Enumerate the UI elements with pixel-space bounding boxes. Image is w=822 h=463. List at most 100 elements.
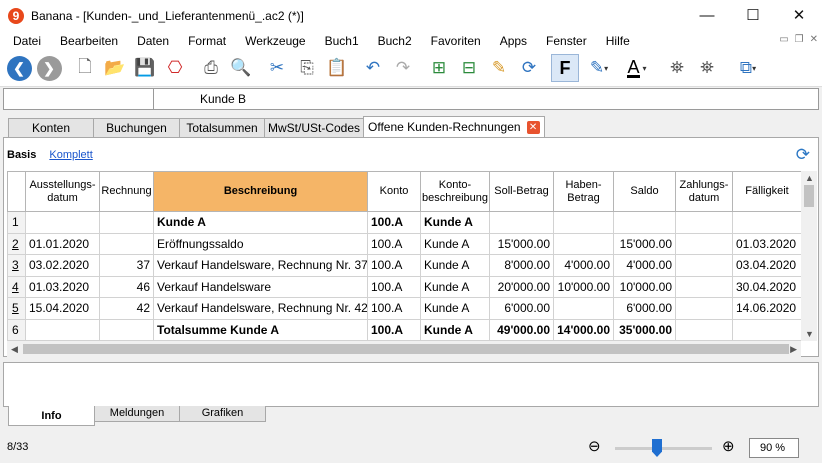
table-cell[interactable]: 46 [99, 275, 154, 298]
close-tab-icon[interactable]: ✕ [526, 120, 540, 134]
zoom-out-icon[interactable]: ⊖ [588, 437, 601, 455]
column-header[interactable]: Fälligkeit [732, 171, 802, 212]
view-komplett[interactable]: Komplett [49, 149, 92, 161]
table-cell[interactable]: 4'000.00 [553, 254, 614, 277]
tab-info[interactable]: Info [8, 406, 95, 426]
forward-button[interactable]: ❯ [35, 54, 63, 82]
tab-totalsummen[interactable]: Totalsummen [179, 118, 265, 137]
find-next-icon[interactable]: ⛯ [693, 54, 721, 82]
table-cell[interactable]: Eröffnungssaldo [153, 232, 368, 255]
table-cell[interactable]: 01.03.2020 [25, 275, 100, 298]
menu-bearbeiten[interactable]: Bearbeiten [48, 34, 118, 48]
table-cell[interactable] [613, 211, 676, 234]
column-header[interactable]: Zahlungs-datum [675, 171, 733, 212]
table-row[interactable]: 6 Totalsumme Kunde A 100.A Kunde A 49'000.00… [7, 318, 802, 341]
maximize-button[interactable]: ☐ [730, 0, 776, 30]
text-color-button[interactable]: A ▾ [619, 54, 655, 82]
menu-daten[interactable]: Daten [125, 34, 169, 48]
open-file-icon[interactable]: 📂 [101, 54, 129, 82]
new-file-icon[interactable]: 🗋 [71, 54, 99, 82]
table-cell[interactable] [675, 211, 733, 234]
mdi-minimize-icon[interactable]: ▭ [779, 34, 788, 45]
menu-hilfe[interactable]: Hilfe [594, 34, 630, 48]
table-cell[interactable] [553, 297, 614, 320]
scroll-up-icon[interactable]: ▲ [805, 173, 814, 183]
menu-buch1[interactable]: Buch1 [313, 34, 359, 48]
column-header[interactable]: Beschreibung [153, 171, 368, 212]
refresh-icon[interactable]: ⟳ [796, 145, 810, 165]
table-cell[interactable] [25, 318, 100, 341]
row-number[interactable]: 5 [7, 297, 26, 320]
zoom-level-field[interactable]: 90 % [749, 438, 799, 458]
menu-datei[interactable]: Datei [0, 34, 41, 48]
table-cell[interactable] [553, 232, 614, 255]
menu-fenster[interactable]: Fenster [534, 34, 587, 48]
table-cell[interactable]: 42 [99, 297, 154, 320]
cell-value-field[interactable]: Kunde B [154, 89, 246, 109]
table-cell[interactable]: 6'000.00 [613, 297, 676, 320]
table-cell[interactable] [25, 211, 100, 234]
table-cell[interactable]: 37 [99, 254, 154, 277]
edit-icon[interactable]: ✎ [485, 54, 513, 82]
row-link[interactable]: 4 [12, 280, 19, 294]
menu-buch2[interactable]: Buch2 [366, 34, 412, 48]
cell-address[interactable] [4, 89, 154, 109]
horizontal-scrollbar[interactable]: ◀ ▶ [7, 341, 801, 357]
horizontal-scroll-thumb[interactable] [23, 344, 789, 354]
table-cell[interactable]: 14.06.2020 [732, 297, 802, 320]
row-number[interactable]: 1 [7, 211, 26, 234]
scroll-down-icon[interactable]: ▼ [805, 329, 814, 339]
scroll-left-icon[interactable]: ◀ [11, 344, 18, 355]
table-cell[interactable]: 100.A [367, 275, 421, 298]
table-cell[interactable]: Verkauf Handelsware [153, 275, 368, 298]
table-cell[interactable]: 10'000.00 [553, 275, 614, 298]
insert-row-icon[interactable]: ⊟ [455, 54, 483, 82]
refresh-icon[interactable]: ⟳ [515, 54, 543, 82]
table-cell[interactable] [675, 297, 733, 320]
scroll-right-icon[interactable]: ▶ [790, 344, 797, 355]
table-cell[interactable]: 100.A [367, 232, 421, 255]
table-cell[interactable]: Kunde A [420, 275, 490, 298]
table-row[interactable]: 5 15.04.2020 42 Verkauf Handelsware, Rechnu… [7, 297, 802, 320]
tab-meldungen[interactable]: Meldungen [94, 406, 180, 422]
table-cell[interactable]: 100.A [367, 297, 421, 320]
table-cell[interactable]: 03.02.2020 [25, 254, 100, 277]
column-header[interactable]: Soll-Betrag [489, 171, 554, 212]
table-row[interactable]: 1 Kunde A 100.A Kunde A [7, 211, 802, 234]
column-header[interactable]: Rechnung [99, 171, 154, 212]
tab-konten[interactable]: Konten [8, 118, 94, 137]
table-cell[interactable]: 4'000.00 [613, 254, 676, 277]
table-cell[interactable] [675, 254, 733, 277]
table-cell[interactable]: 30.04.2020 [732, 275, 802, 298]
table-cell[interactable]: 01.03.2020 [732, 232, 802, 255]
table-cell[interactable]: Kunde A [420, 232, 490, 255]
table-cell[interactable] [553, 211, 614, 234]
table-cell[interactable]: 03.04.2020 [732, 254, 802, 277]
table-cell[interactable]: 01.01.2020 [25, 232, 100, 255]
menu-apps[interactable]: Apps [488, 34, 527, 48]
table-cell[interactable] [732, 211, 802, 234]
pdf-icon[interactable]: ⎔ [161, 54, 189, 82]
table-row[interactable]: 2 01.01.2020 Eröffnungssaldo 100.A Kunde A 15… [7, 232, 802, 255]
tab-buchungen[interactable]: Buchungen [93, 118, 180, 137]
window-icon[interactable]: ⧉ ▾ [729, 54, 767, 82]
row-number[interactable]: 4 [7, 275, 26, 298]
column-header[interactable]: Konto [367, 171, 421, 212]
table-cell[interactable]: Verkauf Handelsware, Rechnung Nr. 37 [153, 254, 368, 277]
minimize-button[interactable]: — [684, 0, 730, 30]
column-header[interactable]: Ausstellungs-datum [25, 171, 100, 212]
table-cell[interactable]: 20'000.00 [489, 275, 554, 298]
table-cell[interactable]: 6'000.00 [489, 297, 554, 320]
row-number[interactable]: 6 [7, 318, 26, 341]
column-header-rownum[interactable] [7, 171, 26, 212]
table-cell[interactable] [99, 232, 154, 255]
vertical-scroll-thumb[interactable] [804, 185, 814, 207]
menu-werkzeuge[interactable]: Werkzeuge [233, 34, 305, 48]
table-cell[interactable]: 10'000.00 [613, 275, 676, 298]
view-basis[interactable]: Basis [7, 149, 36, 161]
cut-icon[interactable]: ✂ [263, 54, 291, 82]
table-row[interactable]: 4 01.03.2020 46 Verkauf Handelsware 100.A Kun… [7, 275, 802, 298]
copy-icon[interactable]: ⎘ [293, 54, 321, 82]
paste-icon[interactable]: 📋 [323, 54, 351, 82]
highlight-icon[interactable]: ✎ ▾ [581, 54, 617, 82]
